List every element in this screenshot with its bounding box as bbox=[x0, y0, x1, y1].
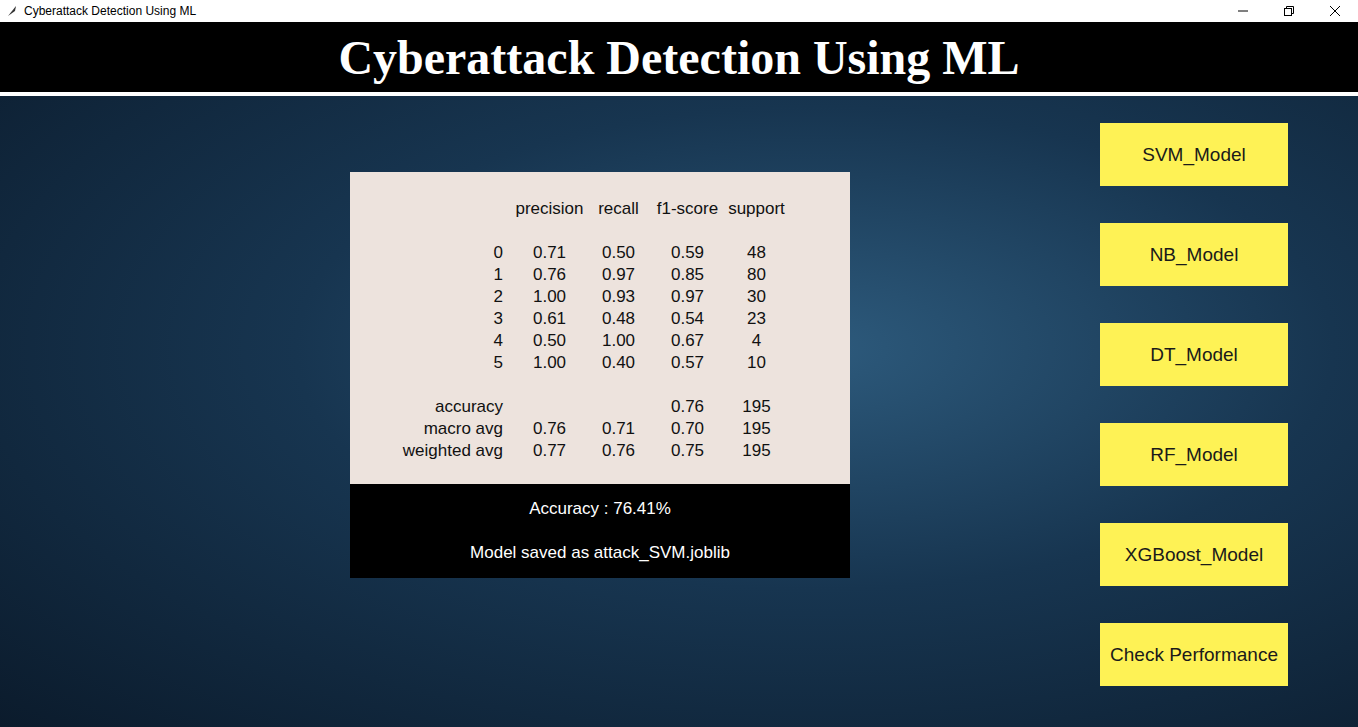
label-cell bbox=[350, 198, 515, 220]
model-button[interactable]: SVM_Model bbox=[1100, 123, 1288, 186]
metric-cell: 0.76 bbox=[515, 418, 584, 440]
column-header: recall bbox=[584, 198, 653, 220]
class-row: 40.501.000.674 bbox=[350, 330, 850, 352]
metric-cell: 1.00 bbox=[515, 286, 584, 308]
metric-cell: 0.77 bbox=[515, 440, 584, 462]
empty-cell bbox=[515, 396, 584, 418]
metric-cell: 195 bbox=[722, 440, 791, 462]
report-panel: precisionrecallf1-scoresupport00.710.500… bbox=[350, 172, 850, 578]
class-label: 4 bbox=[350, 330, 515, 352]
class-label: 3 bbox=[350, 308, 515, 330]
title-bar: Cyberattack Detection Using ML bbox=[0, 0, 1358, 22]
average-label: macro avg bbox=[350, 418, 515, 440]
model-button[interactable]: Check Performance bbox=[1100, 623, 1288, 686]
metric-cell: 30 bbox=[722, 286, 791, 308]
report-header-row: precisionrecallf1-scoresupport bbox=[350, 198, 850, 220]
metric-cell: 0.40 bbox=[584, 352, 653, 374]
metric-cell: 195 bbox=[722, 396, 791, 418]
minimize-icon bbox=[1238, 6, 1248, 16]
window-title: Cyberattack Detection Using ML bbox=[24, 4, 196, 18]
model-button[interactable]: NB_Model bbox=[1100, 223, 1288, 286]
class-row: 21.000.930.9730 bbox=[350, 286, 850, 308]
metric-cell: 0.76 bbox=[584, 440, 653, 462]
metric-cell: 80 bbox=[722, 264, 791, 286]
average-label: weighted avg bbox=[350, 440, 515, 462]
metric-cell: 195 bbox=[722, 418, 791, 440]
accuracy-label: accuracy bbox=[350, 396, 515, 418]
metric-cell: 0.76 bbox=[515, 264, 584, 286]
class-label: 2 bbox=[350, 286, 515, 308]
metric-cell: 4 bbox=[722, 330, 791, 352]
model-buttons: SVM_Model NB_Model DT_Model RF_Model XGBoost… bbox=[1100, 123, 1288, 686]
average-row: weighted avg0.770.760.75195 bbox=[350, 440, 850, 462]
class-row: 51.000.400.5710 bbox=[350, 352, 850, 374]
column-header: precision bbox=[515, 198, 584, 220]
model-button[interactable]: XGBoost_Model bbox=[1100, 523, 1288, 586]
class-row: 10.760.970.8580 bbox=[350, 264, 850, 286]
column-header: f1-score bbox=[653, 198, 722, 220]
metric-cell: 0.50 bbox=[515, 330, 584, 352]
metric-cell: 0.61 bbox=[515, 308, 584, 330]
metric-cell: 0.71 bbox=[515, 242, 584, 264]
metric-cell: 0.71 bbox=[584, 418, 653, 440]
class-label: 0 bbox=[350, 242, 515, 264]
classification-report: precisionrecallf1-scoresupport00.710.500… bbox=[350, 172, 850, 484]
metric-cell: 0.57 bbox=[653, 352, 722, 374]
model-button[interactable]: DT_Model bbox=[1100, 323, 1288, 386]
metric-cell: 10 bbox=[722, 352, 791, 374]
metric-cell: 0.97 bbox=[584, 264, 653, 286]
metric-cell: 0.48 bbox=[584, 308, 653, 330]
metric-cell: 0.67 bbox=[653, 330, 722, 352]
restore-button[interactable] bbox=[1266, 0, 1312, 22]
restore-icon bbox=[1284, 6, 1294, 16]
metric-cell: 1.00 bbox=[515, 352, 584, 374]
accuracy-row: accuracy 0.76195 bbox=[350, 396, 850, 418]
column-header: support bbox=[722, 198, 791, 220]
model-button[interactable]: RF_Model bbox=[1100, 423, 1288, 486]
result-box: Accuracy : 76.41% Model saved as attack_S… bbox=[350, 484, 850, 578]
metric-cell: 1.00 bbox=[584, 330, 653, 352]
metric-cell: 0.70 bbox=[653, 418, 722, 440]
class-row: 00.710.500.5948 bbox=[350, 242, 850, 264]
class-row: 30.610.480.5423 bbox=[350, 308, 850, 330]
metric-cell: 0.59 bbox=[653, 242, 722, 264]
metric-cell: 23 bbox=[722, 308, 791, 330]
saved-text: Model saved as attack_SVM.joblib bbox=[470, 542, 730, 564]
metric-cell: 0.75 bbox=[653, 440, 722, 462]
metric-cell: 0.50 bbox=[584, 242, 653, 264]
class-label: 1 bbox=[350, 264, 515, 286]
metric-cell: 48 bbox=[722, 242, 791, 264]
metric-cell: 0.93 bbox=[584, 286, 653, 308]
metric-cell: 0.97 bbox=[653, 286, 722, 308]
minimize-button[interactable] bbox=[1220, 0, 1266, 22]
average-row: macro avg0.760.710.70195 bbox=[350, 418, 850, 440]
close-icon bbox=[1330, 6, 1340, 16]
empty-cell bbox=[584, 396, 653, 418]
main-area: precisionrecallf1-scoresupport00.710.500… bbox=[0, 96, 1358, 727]
app-title: Cyberattack Detection Using ML bbox=[338, 30, 1019, 85]
metric-cell: 0.76 bbox=[653, 396, 722, 418]
app-header: Cyberattack Detection Using ML bbox=[0, 22, 1358, 92]
feather-icon bbox=[6, 5, 18, 17]
metric-cell: 0.85 bbox=[653, 264, 722, 286]
metric-cell: 0.54 bbox=[653, 308, 722, 330]
close-button[interactable] bbox=[1312, 0, 1358, 22]
accuracy-text: Accuracy : 76.41% bbox=[529, 498, 671, 520]
class-label: 5 bbox=[350, 352, 515, 374]
